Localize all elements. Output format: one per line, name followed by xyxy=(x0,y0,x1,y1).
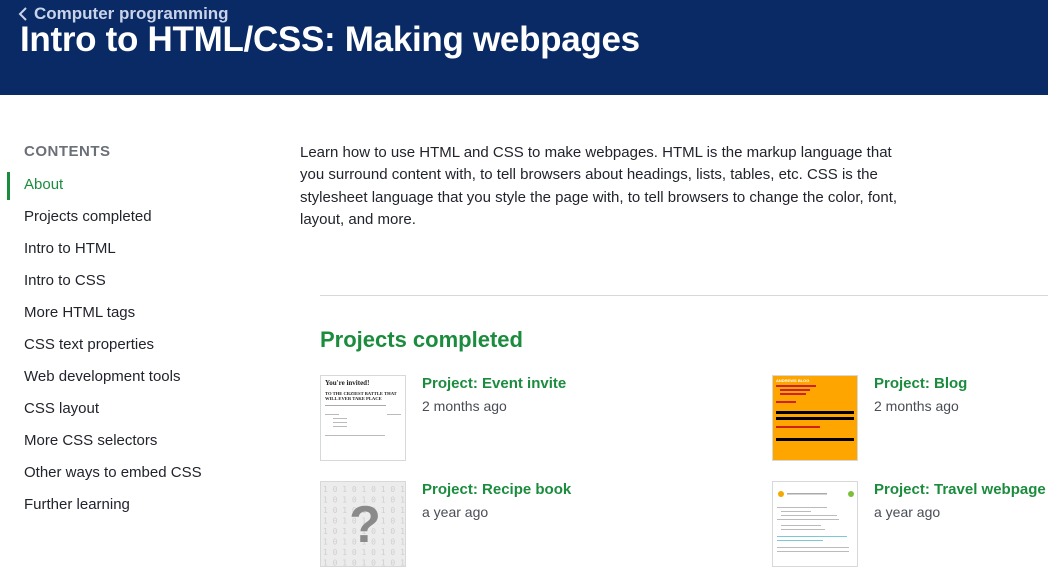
sidebar-item-other-ways-to-embed-css[interactable]: Other ways to embed CSS xyxy=(0,461,260,493)
travel-thumb-line xyxy=(781,525,821,526)
invite-thumb-line xyxy=(325,435,385,436)
invite-thumb-line xyxy=(333,426,347,427)
blog-thumb-line xyxy=(776,385,816,387)
sidebar-item-more-css-selectors[interactable]: More CSS selectors xyxy=(0,429,260,461)
sidebar-item-projects-completed[interactable]: Projects completed xyxy=(0,205,260,237)
project-time: a year ago xyxy=(422,504,489,520)
travel-thumb-line xyxy=(781,511,811,512)
question-mark-icon: 1 0 1 0 1 0 1 0 11 0 1 0 1 0 1 0 11 0 1 … xyxy=(321,482,405,568)
binary-row: 1 0 1 0 1 0 1 0 1 xyxy=(323,559,405,568)
card-info: Project: Event invite 2 months ago xyxy=(422,375,566,461)
sidebar-item-about[interactable]: About xyxy=(0,172,260,205)
project-card-event-invite[interactable]: You're invited! TO THE CRZIEST BATTLE TH… xyxy=(320,375,566,461)
contents-heading: CONTENTS xyxy=(24,143,111,160)
binary-row: 1 0 1 0 1 0 1 0 1 xyxy=(323,485,405,494)
blog-thumb-line xyxy=(780,389,810,391)
project-title[interactable]: Project: Travel webpage xyxy=(874,481,1046,499)
blog-thumb-line xyxy=(776,401,796,403)
project-time: 2 months ago xyxy=(422,398,507,414)
blog-thumb-line xyxy=(780,393,806,395)
contents-list: About Projects completed Intro to HTML I… xyxy=(0,172,260,525)
blog-thumb-bar xyxy=(776,438,854,441)
blog-thumb-heading: ANDREWS BLOG xyxy=(776,378,810,383)
svg-text:?: ? xyxy=(349,496,381,554)
invite-thumb-subheading: TO THE CRZIEST BATTLE THAT WILL EVER TAK… xyxy=(325,391,397,401)
invite-thumb-row xyxy=(325,411,401,415)
sidebar-item-intro-to-html[interactable]: Intro to HTML xyxy=(0,237,260,269)
invite-thumb-rule xyxy=(325,405,386,406)
card-info: Project: Blog 2 months ago xyxy=(874,375,967,461)
recipe-book-thumbnail[interactable]: 1 0 1 0 1 0 1 0 11 0 1 0 1 0 1 0 11 0 1 … xyxy=(320,481,406,567)
card-info: Project: Travel webpage a year ago xyxy=(874,481,1046,567)
page-title: Intro to HTML/CSS: Making webpages xyxy=(20,20,640,59)
travel-thumb-line xyxy=(777,540,823,541)
invite-thumb-line xyxy=(387,414,401,415)
blog-thumbnail[interactable]: ANDREWS BLOG xyxy=(772,375,858,461)
travel-webpage-thumbnail[interactable] xyxy=(772,481,858,567)
about-description: Learn how to use HTML and CSS to make we… xyxy=(300,144,898,228)
blog-thumb-line xyxy=(776,426,820,428)
projects-heading: Projects completed xyxy=(320,327,523,352)
event-invite-thumbnail[interactable]: You're invited! TO THE CRZIEST BATTLE TH… xyxy=(320,375,406,461)
section-divider xyxy=(320,295,1048,296)
sidebar-item-css-text-properties[interactable]: CSS text properties xyxy=(0,333,260,365)
project-card-recipe-book[interactable]: 1 0 1 0 1 0 1 0 11 0 1 0 1 0 1 0 11 0 1 … xyxy=(320,481,571,567)
page-header: Computer programming Intro to HTML/CSS: … xyxy=(0,0,1048,95)
project-card-travel-webpage[interactable]: Project: Travel webpage a year ago xyxy=(772,481,1046,567)
travel-thumb-line xyxy=(777,507,827,508)
invite-thumb-line xyxy=(325,414,339,415)
sidebar-item-more-html-tags[interactable]: More HTML tags xyxy=(0,301,260,333)
project-card-blog[interactable]: ANDREWS BLOG Project: Blog 2 months ago xyxy=(772,375,967,461)
travel-thumb-line xyxy=(781,529,825,530)
sidebar-item-web-development-tools[interactable]: Web development tools xyxy=(0,365,260,397)
travel-thumb-line xyxy=(777,519,839,520)
chevron-left-icon xyxy=(18,7,27,21)
sidebar-item-further-learning[interactable]: Further learning xyxy=(0,493,260,525)
project-title[interactable]: Project: Recipe book xyxy=(422,481,571,499)
invite-thumb-heading: You're invited! xyxy=(325,379,370,387)
invite-thumb-line xyxy=(333,422,347,423)
travel-thumb-banner xyxy=(778,491,854,497)
travel-thumb-line xyxy=(781,515,837,516)
project-time: 2 months ago xyxy=(874,398,959,414)
invite-thumb-line xyxy=(333,418,347,419)
sidebar-item-css-layout[interactable]: CSS layout xyxy=(0,397,260,429)
sidebar-item-intro-to-css[interactable]: Intro to CSS xyxy=(0,269,260,301)
project-title[interactable]: Project: Event invite xyxy=(422,375,566,393)
blog-thumb-bar xyxy=(776,411,854,414)
travel-thumb-line xyxy=(777,551,849,552)
blog-thumb-bar xyxy=(776,417,854,420)
project-title[interactable]: Project: Blog xyxy=(874,375,967,393)
travel-thumb-line xyxy=(777,536,847,537)
project-time: a year ago xyxy=(874,504,941,520)
card-info: Project: Recipe book a year ago xyxy=(422,481,571,567)
travel-thumb-line xyxy=(777,547,849,548)
